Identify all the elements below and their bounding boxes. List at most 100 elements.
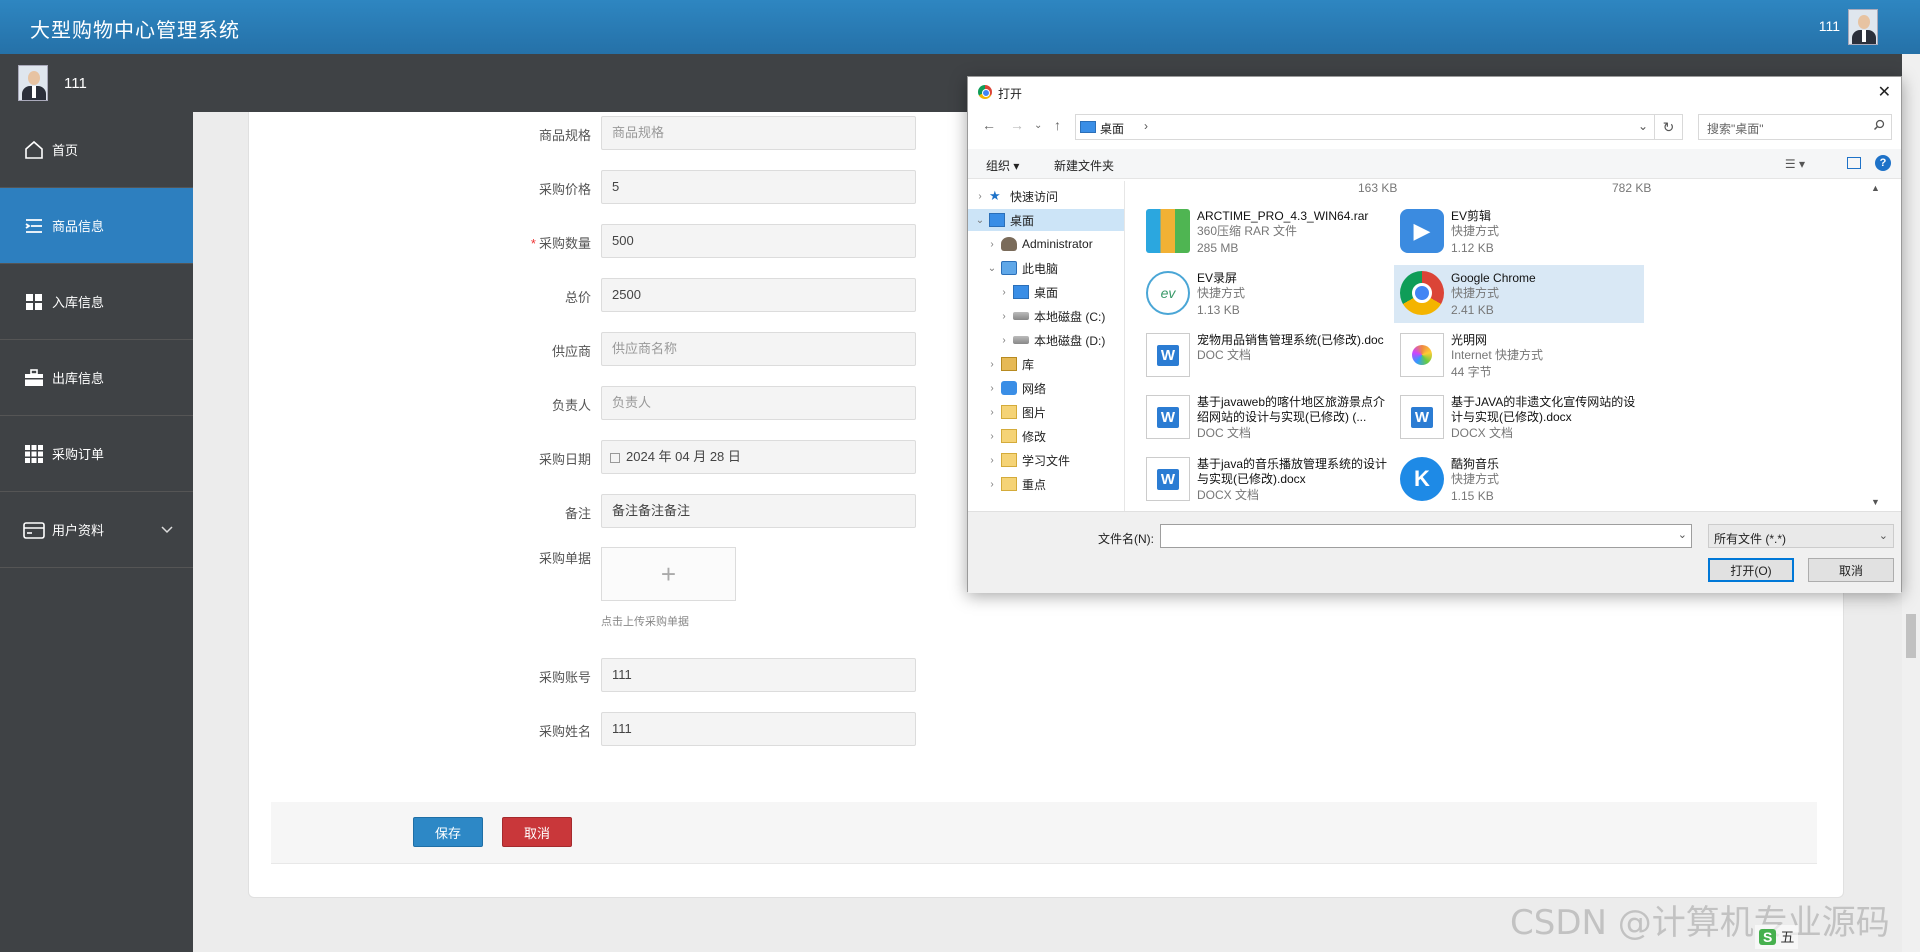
- help-icon[interactable]: ?: [1875, 155, 1891, 171]
- file-type: 快捷方式: [1451, 472, 1500, 486]
- chevron-down-icon[interactable]: ⌄: [1638, 119, 1648, 133]
- tree-item-label: 本地磁盘 (C:): [1034, 309, 1106, 324]
- header-avatar[interactable]: [1848, 9, 1878, 45]
- file-size: 163 KB: [1358, 181, 1398, 195]
- filename-input[interactable]: ⌄: [1160, 524, 1692, 548]
- expand-icon[interactable]: ›: [986, 359, 998, 370]
- header-username[interactable]: 111: [1819, 18, 1840, 34]
- file-list-scrollbar[interactable]: ▲ ▼: [1869, 181, 1883, 511]
- file-item[interactable]: W 基于JAVA的非遗文化宣传网站的设计与实现(已修改).docx DOCX 文档: [1394, 389, 1644, 447]
- up-icon[interactable]: ↑: [1054, 117, 1061, 133]
- new-folder-button[interactable]: 新建文件夹: [1054, 157, 1114, 174]
- close-icon[interactable]: ✕: [1878, 82, 1891, 102]
- refresh-button[interactable]: ↻: [1655, 114, 1683, 140]
- collapse-icon[interactable]: ⌄: [974, 215, 986, 226]
- name-input[interactable]: 111: [601, 712, 916, 746]
- tree-item-label: 此电脑: [1022, 261, 1059, 276]
- forward-icon[interactable]: →: [1010, 117, 1024, 133]
- tree-item[interactable]: › 本地磁盘 (C:): [968, 305, 1124, 327]
- sidebar-item-purchase-order[interactable]: 采购订单: [0, 416, 193, 492]
- dialog-titlebar: 打开 ✕: [968, 77, 1901, 107]
- file-item[interactable]: ARCTIME_PRO_4.3_WIN64.rar 360压缩 RAR 文件 285…: [1140, 203, 1390, 261]
- form-actions: 保存 取消: [271, 802, 1817, 864]
- back-icon[interactable]: ←: [982, 117, 996, 133]
- scroll-up-icon[interactable]: ▲: [1871, 183, 1880, 193]
- file-item[interactable]: W 宠物用品销售管理系统(已修改).doc DOC 文档: [1140, 327, 1390, 385]
- tree-item[interactable]: › ★ 快速访问: [968, 185, 1124, 207]
- scroll-down-icon[interactable]: ▼: [1871, 497, 1880, 507]
- chevron-down-icon[interactable]: ⌄: [1678, 528, 1687, 541]
- total-input[interactable]: 2500: [601, 278, 916, 312]
- rar-file-icon: [1146, 209, 1190, 253]
- supplier-input[interactable]: 供应商名称: [601, 332, 916, 366]
- sidebar-item-user-profile[interactable]: 用户资料: [0, 492, 193, 568]
- sidebar-item-home[interactable]: 首页: [0, 112, 193, 188]
- price-input[interactable]: 5: [601, 170, 916, 204]
- tree-item[interactable]: ⌄ 桌面: [968, 209, 1124, 231]
- address-bar[interactable]: 桌面 › ⌄: [1075, 114, 1655, 140]
- expand-icon[interactable]: ›: [986, 479, 998, 490]
- expand-icon[interactable]: ›: [974, 191, 986, 202]
- file-item[interactable]: K 酷狗音乐 快捷方式 1.15 KB: [1394, 451, 1644, 509]
- file-item[interactable]: Google Chrome 快捷方式 2.41 KB: [1394, 265, 1644, 323]
- expand-icon[interactable]: ›: [986, 455, 998, 466]
- search-input[interactable]: 搜索"桌面": [1698, 114, 1892, 140]
- tree-item-label: 修改: [1022, 429, 1047, 444]
- quantity-input[interactable]: 500: [601, 224, 916, 258]
- expand-icon[interactable]: ›: [986, 383, 998, 394]
- account-input[interactable]: 111: [601, 658, 916, 692]
- tree-item[interactable]: ⌄ 此电脑: [968, 257, 1124, 279]
- expand-icon[interactable]: ›: [998, 287, 1010, 298]
- tree-item[interactable]: › 库: [968, 353, 1124, 375]
- disk-icon: [1013, 336, 1029, 344]
- field-label: 商品规格: [538, 128, 591, 143]
- tree-item[interactable]: › Administrator: [968, 233, 1124, 255]
- remark-input[interactable]: 备注备注备注: [601, 494, 916, 528]
- ime-icon[interactable]: S: [1759, 929, 1777, 945]
- filetype-select[interactable]: 所有文件 (*.*) ⌄: [1708, 524, 1894, 548]
- tree-item[interactable]: › 网络: [968, 377, 1124, 399]
- sidebar-item-stock-out[interactable]: 出库信息: [0, 340, 193, 416]
- cancel-button[interactable]: 取消: [502, 817, 572, 847]
- recent-locations-icon[interactable]: ⌄: [1034, 120, 1042, 131]
- expand-icon[interactable]: ›: [998, 335, 1010, 346]
- view-options-icon[interactable]: ☰ ▾: [1785, 157, 1805, 171]
- ime-mode[interactable]: 五: [1780, 927, 1794, 947]
- path-separator-icon[interactable]: ›: [1144, 119, 1148, 133]
- tree-item[interactable]: › 学习文件: [968, 449, 1124, 471]
- expand-icon[interactable]: ›: [986, 239, 998, 250]
- tree-item[interactable]: › 重点: [968, 473, 1124, 495]
- sidebar-avatar: [18, 65, 48, 101]
- collapse-icon[interactable]: ⌄: [986, 263, 998, 274]
- open-button[interactable]: 打开(O): [1708, 558, 1794, 582]
- file-item[interactable]: ev EV录屏 快捷方式 1.13 KB: [1140, 265, 1390, 323]
- file-item[interactable]: W 基于javaweb的喀什地区旅游景点介绍网站的设计与实现(已修改) (... D…: [1140, 389, 1390, 447]
- file-item[interactable]: 光明网 Internet 快捷方式 44 字节: [1394, 327, 1644, 385]
- required-mark: *: [530, 236, 536, 251]
- page-scrollbar[interactable]: [1902, 54, 1920, 952]
- dialog-cancel-button[interactable]: 取消: [1808, 558, 1894, 582]
- sidebar-item-goods[interactable]: 商品信息: [0, 188, 193, 264]
- upload-button[interactable]: +: [601, 547, 736, 601]
- save-button[interactable]: 保存: [413, 817, 483, 847]
- chevron-down-icon: ⌄: [1878, 530, 1888, 542]
- expand-icon[interactable]: ›: [986, 431, 998, 442]
- date-input[interactable]: 2024 年 04 月 28 日: [601, 440, 916, 474]
- file-name: 基于javaweb的喀什地区旅游景点介绍网站的设计与实现(已修改) (...: [1197, 395, 1386, 424]
- file-item[interactable]: W 基于java的音乐播放管理系统的设计与实现(已修改).docx DOCX 文档: [1140, 451, 1390, 509]
- tree-item[interactable]: › 桌面: [968, 281, 1124, 303]
- tree-item[interactable]: › 修改: [968, 425, 1124, 447]
- organize-button[interactable]: 组织 ▾: [986, 157, 1019, 174]
- tree-item[interactable]: › 本地磁盘 (D:): [968, 329, 1124, 351]
- sidebar-item-stock-in[interactable]: 入库信息: [0, 264, 193, 340]
- expand-icon[interactable]: ›: [986, 407, 998, 418]
- search-placeholder: 搜索"桌面": [1707, 122, 1764, 136]
- tree-item[interactable]: › 图片: [968, 401, 1124, 423]
- manager-input[interactable]: 负责人: [601, 386, 916, 420]
- scrollbar-thumb[interactable]: [1906, 614, 1916, 658]
- folder-icon: [1001, 429, 1017, 443]
- preview-pane-icon[interactable]: [1847, 157, 1861, 169]
- file-item[interactable]: ▶ EV剪辑 快捷方式 1.12 KB: [1394, 203, 1644, 261]
- spec-input[interactable]: 商品规格: [601, 116, 916, 150]
- expand-icon[interactable]: ›: [998, 311, 1010, 322]
